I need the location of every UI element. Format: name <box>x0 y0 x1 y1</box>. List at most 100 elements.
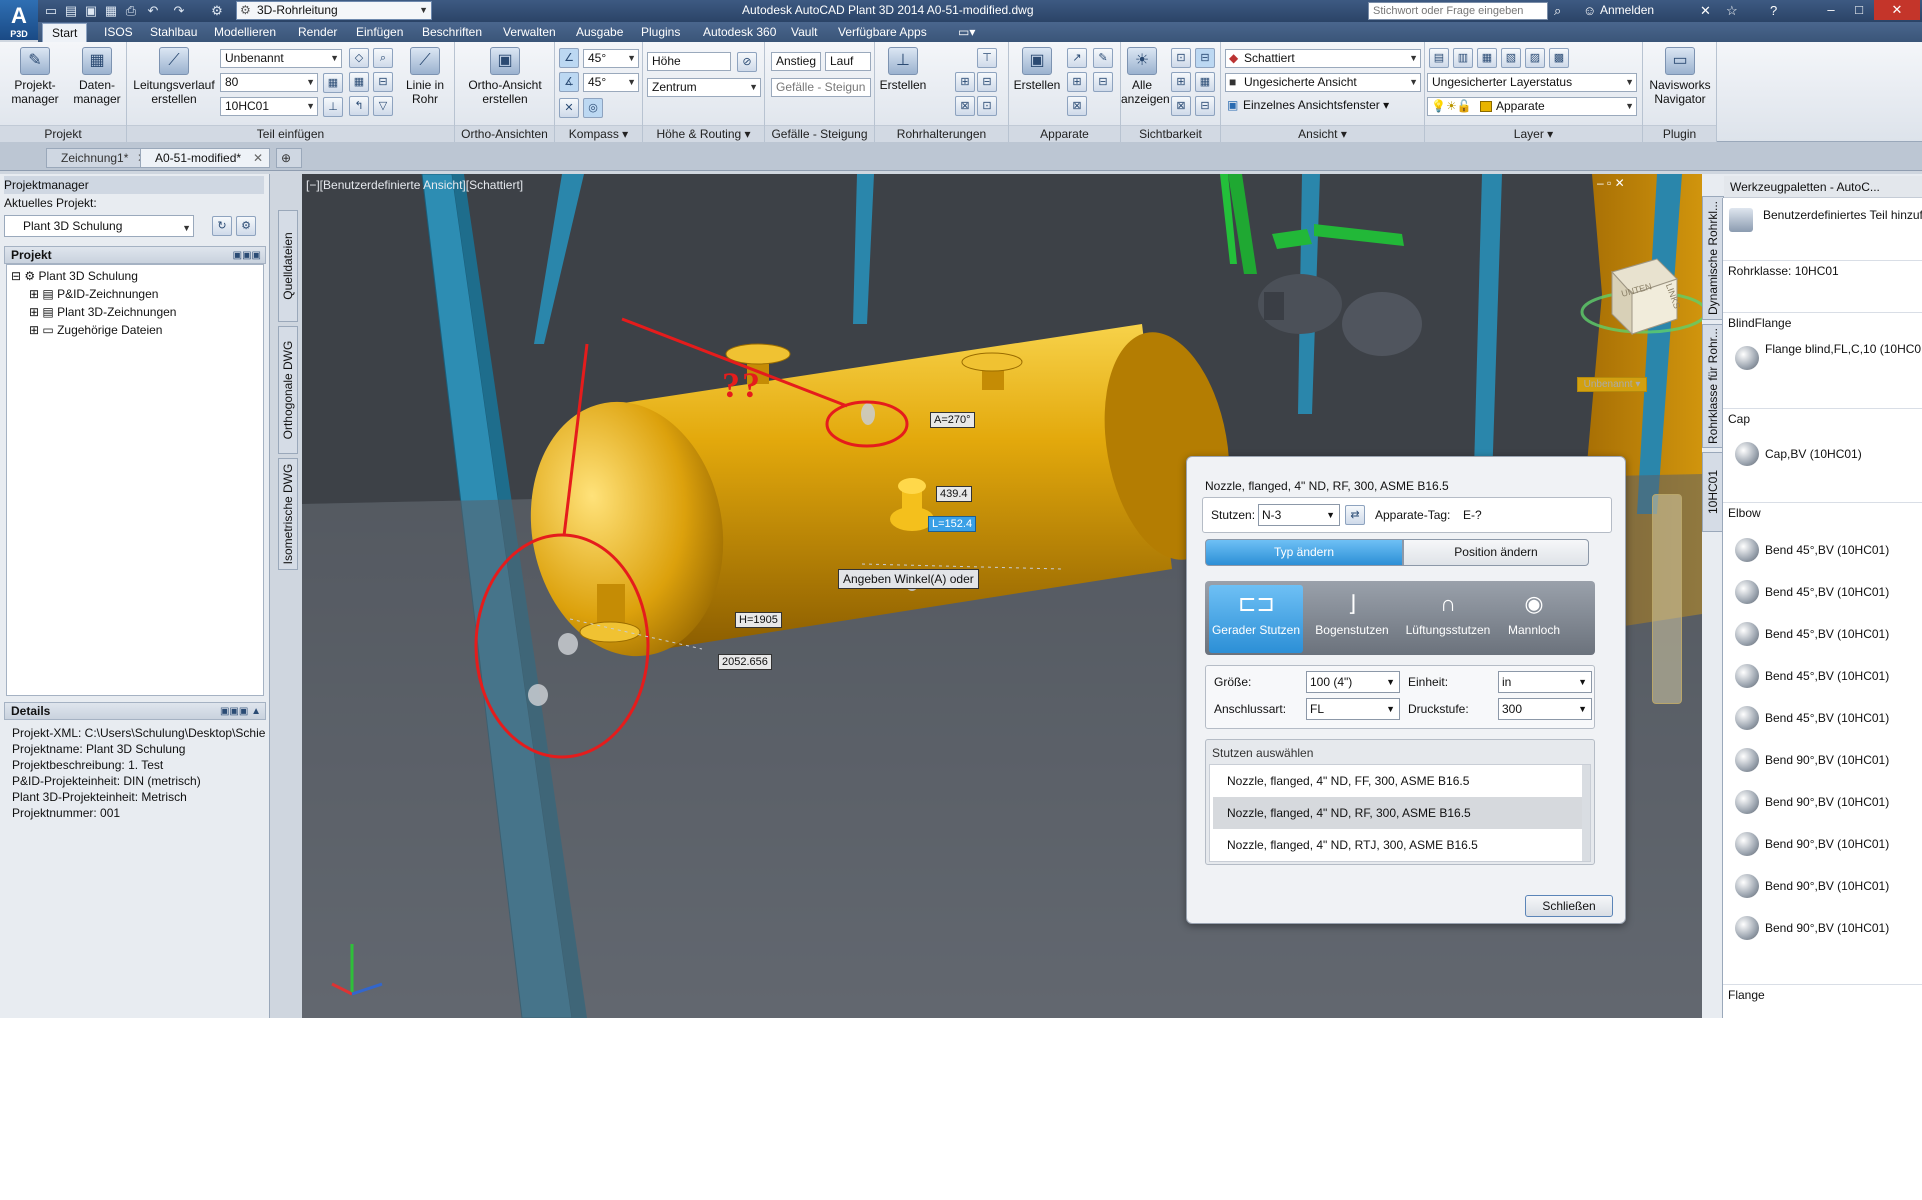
maximize-button[interactable]: □ <box>1846 0 1872 20</box>
binoculars-icon[interactable]: ⌕ <box>1554 2 1561 20</box>
tab-beschriften[interactable]: Beschriften <box>422 25 482 39</box>
palette-item-elbow[interactable]: Bend 90°,BV (10HC01) <box>1723 832 1922 862</box>
new-tab-button[interactable]: ⊕ <box>276 148 302 168</box>
compass-icon[interactable]: ◎ <box>583 98 603 118</box>
tab-isometrische-dwg[interactable]: Isometrische DWG <box>278 458 298 570</box>
type-mannloch[interactable]: ◉ Mannloch <box>1487 585 1581 653</box>
compass-tilt-icon[interactable]: ∡ <box>559 72 579 92</box>
list-item[interactable]: Nozzle, flanged, 4" ND, FF, 300, ASME B1… <box>1213 765 1588 797</box>
type-bogenstutzen[interactable]: ⌋ Bogenstutzen <box>1305 585 1399 653</box>
snap-icon[interactable]: ✕ <box>559 98 579 118</box>
panel-title[interactable]: Layer ▾ <box>1425 125 1642 142</box>
tree-node-files[interactable]: ⊞ ▭ Zugehörige Dateien <box>29 323 162 337</box>
save-as-icon[interactable]: ▦ <box>102 2 120 20</box>
tree-node-pid[interactable]: ⊞ ▤ P&ID-Zeichnungen <box>29 287 158 301</box>
spec-combo[interactable]: 10HC01 ▼ <box>220 97 318 116</box>
leitungsverlauf-button[interactable]: ⟋ Leitungsverlauf erstellen <box>131 47 217 106</box>
layer-state-combo[interactable]: Ungesicherter Layerstatus ▼ <box>1427 73 1637 92</box>
tab-isos[interactable]: ISOS <box>104 25 133 39</box>
visual-style-combo[interactable]: ◆ Schattiert ▼ <box>1225 49 1421 68</box>
linie-in-rohr-button[interactable]: ⟋ Linie in Rohr <box>399 47 451 106</box>
ribbon-options-icon[interactable]: ▭▾ <box>958 25 975 39</box>
palette-tab-10hc01[interactable]: 10HC01 <box>1702 452 1724 532</box>
palette-tab-rohrklasse[interactable]: Rohrklasse für Rohr... <box>1702 324 1724 448</box>
size-lock-icon[interactable]: ▦ <box>323 73 343 93</box>
size-combo[interactable]: Unbenannt ▼ <box>220 49 342 68</box>
palette-item-elbow[interactable]: Bend 90°,BV (10HC01) <box>1723 790 1922 820</box>
palette-item-elbow[interactable]: Bend 90°,BV (10HC01) <box>1723 748 1922 778</box>
palette-item-elbow[interactable]: Bend 45°,BV (10HC01) <box>1723 622 1922 652</box>
tab-stahlbau[interactable]: Stahlbau <box>150 25 197 39</box>
compass-angle-icon[interactable]: ∠ <box>559 48 579 68</box>
einheit-combo[interactable]: in ▼ <box>1498 671 1592 693</box>
tab-verwalten[interactable]: Verwalten <box>503 25 556 39</box>
tab-plugins[interactable]: Plugins <box>641 25 680 39</box>
list-item[interactable]: Nozzle, flanged, 4" ND, RTJ, 300, ASME B… <box>1213 829 1588 861</box>
list-scrollbar[interactable] <box>1582 765 1590 861</box>
palette-item-elbow[interactable]: Bend 90°,BV (10HC01) <box>1723 874 1922 904</box>
new-file-icon[interactable]: ▭ <box>42 2 60 20</box>
doc-tab-a0-51[interactable]: A0-51-modified* ✕ <box>140 148 270 168</box>
login-link[interactable]: Anmelden <box>1600 3 1654 17</box>
equipment-attach-icon[interactable]: ⊟ <box>1093 72 1113 92</box>
support-move-icon[interactable]: ⊟ <box>977 72 997 92</box>
palette-item-elbow[interactable]: Bend 45°,BV (10HC01) <box>1723 580 1922 610</box>
show-all-button[interactable]: ☀ Alle anzeigen <box>1121 47 1170 106</box>
tab-render[interactable]: Render <box>298 25 337 39</box>
routing-icon[interactable]: ⊘ <box>737 52 757 72</box>
slope-field[interactable]: Gefälle - Steigun <box>771 78 871 97</box>
filter-icon[interactable]: ▽ <box>373 96 393 116</box>
viewport-label[interactable]: [−][Benutzerdefinierte Ansicht][Schattie… <box>306 178 523 192</box>
tab-start[interactable]: Start <box>42 23 88 43</box>
ortho-ansicht-button[interactable]: ▣ Ortho-Ansicht erstellen <box>459 47 551 106</box>
spec-viewer-icon[interactable]: ⊥ <box>323 97 343 117</box>
anschlussart-combo[interactable]: FL ▼ <box>1306 698 1400 720</box>
find-icon[interactable]: ⌕ <box>373 48 393 68</box>
palette-item-elbow[interactable]: Bend 90°,BV (10HC01) <box>1723 916 1922 946</box>
palette-item-blind-flange[interactable]: Flange blind,FL,C,10 (10HC01) <box>1723 342 1922 378</box>
bend-icon[interactable]: ↰ <box>349 96 369 116</box>
nozzle-position-marker[interactable] <box>528 684 548 706</box>
tree-tools-icon[interactable]: ▣▣▣ <box>233 248 261 264</box>
search-input[interactable]: Stichwort oder Frage eingeben <box>1368 2 1548 20</box>
layer-off-icon[interactable]: ▦ <box>1477 48 1497 68</box>
panel-title[interactable]: Höhe & Routing ▾ <box>643 125 764 142</box>
visibility-3-icon[interactable]: ⊠ <box>1171 96 1191 116</box>
hide-icon[interactable]: ⊟ <box>1195 48 1215 68</box>
tab-orthogonale-dwg[interactable]: Orthogonale DWG <box>278 326 298 454</box>
tag-icon[interactable]: ◇ <box>349 48 369 68</box>
support-create-button[interactable]: ⊥ Erstellen <box>877 47 929 92</box>
layer-iso-icon[interactable]: ▨ <box>1525 48 1545 68</box>
layer-properties-icon[interactable]: ▤ <box>1429 48 1449 68</box>
undo-icon[interactable]: ↶ <box>144 2 162 20</box>
visibility-icon[interactable]: ⊞ <box>1171 72 1191 92</box>
tree-node-plant3d[interactable]: ⊞ ▤ Plant 3D-Zeichnungen <box>29 305 176 319</box>
close-icon[interactable]: ✕ <box>253 149 263 167</box>
equipment-create-button[interactable]: ▣ Erstellen <box>1011 47 1063 92</box>
isolate-icon[interactable]: ⊡ <box>1171 48 1191 68</box>
details-tools-icon[interactable]: ▣▣▣ ▲ <box>220 704 261 720</box>
nozzle-add-icon[interactable]: ↗ <box>1067 48 1087 68</box>
tab-verfuegbare-apps[interactable]: Verfügbare Apps <box>838 25 927 39</box>
elevation-field[interactable]: Höhe <box>647 52 731 71</box>
grid-icon[interactable]: ▦ <box>349 72 369 92</box>
redo-icon[interactable]: ↷ <box>170 2 188 20</box>
list-item-selected[interactable]: Nozzle, flanged, 4" ND, RF, 300, ASME B1… <box>1213 797 1588 829</box>
nd-combo[interactable]: 80 ▼ <box>220 73 318 92</box>
x-icon[interactable]: ✕ <box>1700 2 1711 20</box>
open-file-icon[interactable]: ▤ <box>62 2 80 20</box>
doc-tab-zeichnung1[interactable]: Zeichnung1*✕ <box>46 148 154 168</box>
layer-freeze-icon[interactable]: ▥ <box>1453 48 1473 68</box>
tab-modellieren[interactable]: Modellieren <box>214 25 276 39</box>
save-icon[interactable]: ▣ <box>82 2 100 20</box>
star-icon[interactable]: ☆ <box>1726 2 1738 20</box>
project-settings-icon[interactable]: ⚙ <box>236 216 256 236</box>
project-refresh-icon[interactable]: ↻ <box>212 216 232 236</box>
support-copy-icon[interactable]: ⊠ <box>955 96 975 116</box>
stutzen-combo[interactable]: N-3 ▼ <box>1258 504 1340 526</box>
nozzle-position-marker[interactable] <box>861 403 875 425</box>
close-button[interactable]: ✕ <box>1874 0 1920 20</box>
equipment-convert-icon[interactable]: ⊞ <box>1067 72 1087 92</box>
navisworks-button[interactable]: ▭ Navisworks Navigator <box>1645 47 1715 106</box>
palette-tab-dynamische[interactable]: Dynamische Rohrkl... <box>1702 196 1724 320</box>
